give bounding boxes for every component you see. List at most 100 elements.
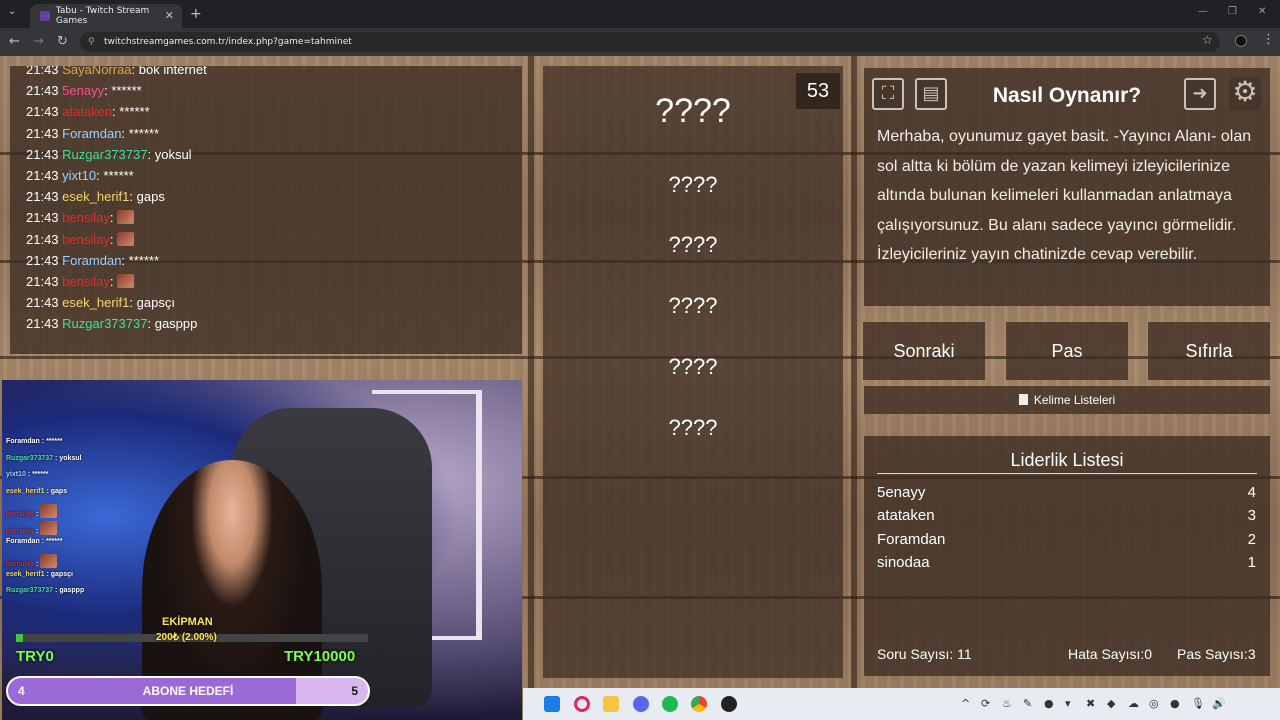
close-window-button[interactable]: ✕	[1258, 6, 1266, 17]
streamer-camera: Foramdan : ****** Ruzgar373737 : yoksul yi…	[2, 380, 522, 720]
tray-icon[interactable]: ☁	[1128, 697, 1139, 710]
chat-username[interactable]: esek_herif1	[62, 295, 129, 310]
chat-separator: :	[121, 125, 126, 141]
chat-time: 21:43	[26, 210, 59, 226]
leaderboard-name: atataken	[877, 507, 935, 524]
chat-separator: :	[147, 316, 152, 332]
overlay-chat-text: gasppp	[59, 587, 85, 595]
back-button[interactable]: ←	[9, 34, 20, 49]
chat-time: 21:43	[26, 316, 59, 332]
browser-menu-icon[interactable]: ⋮	[1262, 32, 1275, 47]
chat-time: 21:43	[26, 83, 59, 99]
exit-icon[interactable]: ➜	[1184, 78, 1216, 110]
document-icon	[1018, 394, 1028, 405]
leaderboard-divider	[877, 473, 1257, 474]
chat-text: ******	[111, 83, 142, 99]
chat-message: 21:43 bensilay:	[26, 231, 135, 247]
profile-avatar[interactable]	[1235, 35, 1247, 47]
chrome-icon[interactable]	[691, 696, 707, 712]
new-tab-button[interactable]: +	[190, 6, 202, 22]
tab-search-icon[interactable]: ⌄	[8, 6, 22, 20]
overlay-chat-user: bensilay	[6, 511, 35, 519]
next-button[interactable]: Sonraki	[863, 322, 985, 380]
forward-button[interactable]: →	[33, 34, 44, 49]
chat-username[interactable]: esek_herif1	[62, 189, 129, 204]
chat-separator: :	[112, 104, 116, 120]
chat-username[interactable]: 5enayy	[62, 83, 104, 98]
donation-goal-fill	[16, 634, 24, 642]
chat-username[interactable]: Foramdan	[62, 126, 121, 141]
overlay-chat-line: bensilay :	[6, 521, 58, 535]
tab-close-icon[interactable]: ✕	[165, 9, 174, 22]
donation-goal-amount: 200₺ (2.00%)	[156, 632, 217, 643]
bookmark-star-icon[interactable]: ☆	[1202, 33, 1213, 47]
nav-bar: ← → ↻ ⚲ twitchstreamgames.com.tr/index.p…	[0, 28, 1280, 56]
overlay-chat-user: yixt10	[6, 471, 26, 479]
site-info-icon[interactable]: ⚲	[88, 32, 95, 52]
chat-username[interactable]: Ruzgar373737	[62, 316, 147, 331]
main-word: ????	[655, 92, 731, 130]
overlay-chat-line: Ruzgar373737 : yoksul	[6, 454, 82, 462]
game-page: 21:43 SayaNorraa: bok internet 21:43 5ena…	[0, 56, 1280, 720]
chat-username[interactable]: yixt10	[62, 168, 96, 183]
tray-icon[interactable]: ♨	[1002, 697, 1012, 710]
chat-time: 21:43	[26, 66, 59, 77]
tray-icon[interactable]: ◆	[1107, 697, 1115, 710]
tray-icon[interactable]: ●	[1170, 697, 1180, 710]
chat-username[interactable]: bensilay	[62, 210, 110, 225]
tray-overflow-icon[interactable]: ^	[961, 697, 970, 710]
overlay-chat-text: gapsçı	[50, 570, 73, 578]
overlay-chat-line: esek_herif1 : gaps	[6, 487, 68, 495]
file-explorer-icon[interactable]	[603, 696, 619, 712]
start-windows-icon[interactable]	[544, 696, 560, 712]
obs-icon[interactable]	[721, 696, 737, 712]
pass-button[interactable]: Pas	[1006, 322, 1128, 380]
chat-username[interactable]: SayaNorraa	[62, 66, 131, 77]
restore-button[interactable]: ❐	[1228, 6, 1237, 17]
tray-icon[interactable]: 🎙	[1191, 697, 1205, 710]
chat-username[interactable]: atataken	[62, 104, 112, 119]
overlay-chat-user: bensilay	[6, 561, 35, 569]
reload-button[interactable]: ↻	[57, 34, 68, 49]
chat-username[interactable]: bensilay	[62, 274, 110, 289]
chat-separator: :	[147, 146, 152, 162]
chat-time: 21:43	[26, 295, 59, 311]
chat-username[interactable]: Foramdan	[62, 253, 121, 268]
chat-username[interactable]: bensilay	[62, 232, 110, 247]
chat-text: gapsçı	[136, 295, 175, 311]
tray-icon[interactable]: ▾	[1065, 697, 1071, 710]
chat-separator: :	[131, 66, 136, 77]
discord-icon[interactable]	[633, 696, 649, 712]
chat-text: ******	[128, 125, 160, 141]
chat-username[interactable]: Ruzgar373737	[62, 147, 147, 162]
plank-seam	[851, 56, 857, 720]
word-lists-button[interactable]: Kelime Listeleri	[864, 386, 1270, 414]
tray-icon[interactable]: ✎	[1023, 697, 1032, 710]
chat-message: 21:43 esek_herif1: gaps	[26, 189, 165, 204]
spotify-icon[interactable]	[662, 696, 678, 712]
overlay-chat-line: bensilay :	[6, 554, 58, 569]
reset-button[interactable]: Sıfırla	[1148, 322, 1270, 380]
chat-text: ******	[128, 252, 160, 268]
tray-icon[interactable]: ✖	[1086, 697, 1095, 710]
opera-icon[interactable]	[574, 696, 590, 712]
settings-gear-icon[interactable]: ⚙	[1229, 78, 1261, 110]
overlay-chat-text: gaps	[50, 487, 68, 495]
chat-panel: 21:43 SayaNorraa: bok internet 21:43 5ena…	[10, 66, 522, 354]
overlay-chat-user: esek_herif1	[6, 487, 45, 495]
minimize-button[interactable]: —	[1198, 6, 1208, 17]
tray-icon[interactable]: ⟳	[981, 697, 990, 710]
address-bar[interactable]: ⚲ twitchstreamgames.com.tr/index.php?gam…	[80, 32, 1220, 52]
chat-message: 21:43 Ruzgar373737: yoksul	[26, 147, 192, 162]
leaderboard-score: 3	[1247, 507, 1256, 524]
sub-goal-label: ABONE HEDEFİ	[142, 684, 234, 698]
emote-icon	[40, 521, 58, 535]
tray-icon[interactable]: 🔊	[1212, 697, 1226, 710]
leaderboard-title: Liderlik Listesi	[1010, 450, 1124, 470]
tray-icon[interactable]: ●	[1044, 697, 1054, 710]
tray-icon[interactable]: ◎	[1149, 697, 1159, 710]
chat-separator: :	[129, 189, 134, 205]
active-tab[interactable]: Tabu - Twitch Stream Games ✕	[30, 4, 182, 28]
chat-separator: :	[96, 168, 100, 183]
leaderboard-score: 2	[1247, 531, 1256, 548]
